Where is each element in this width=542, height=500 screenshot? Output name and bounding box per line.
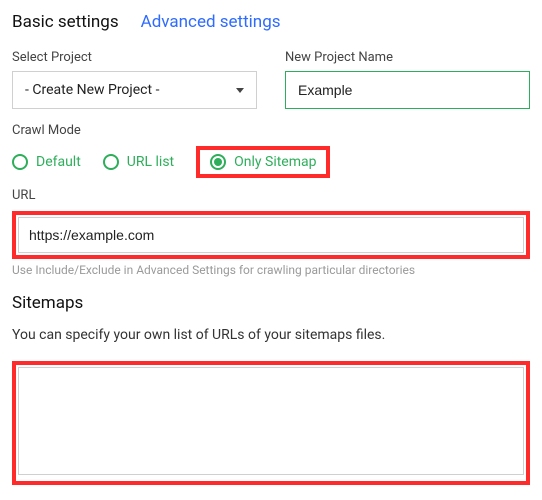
tab-advanced-settings[interactable]: Advanced settings [141,12,281,32]
sitemaps-textarea[interactable] [18,367,524,475]
radio-url-list-label: URL list [127,154,174,170]
new-project-name-input[interactable] [285,71,530,109]
radio-icon [210,154,226,170]
highlight-only-sitemap: Only Sitemap [196,146,330,178]
select-project-label: Select Project [12,50,257,65]
radio-only-sitemap-label: Only Sitemap [234,154,316,170]
crawl-mode-label: Crawl Mode [12,123,530,138]
chevron-down-icon [236,88,244,93]
tab-basic-settings[interactable]: Basic settings [12,12,119,32]
highlight-sitemaps-textarea [12,361,530,485]
radio-icon [103,154,119,170]
new-project-name-label: New Project Name [285,50,530,65]
url-hint: Use Include/Exclude in Advanced Settings… [12,263,530,277]
select-project-value: - Create New Project - [25,82,159,98]
radio-url-list[interactable]: URL list [103,154,174,170]
select-project-dropdown[interactable]: - Create New Project - [12,71,257,109]
radio-default-label: Default [36,154,81,170]
radio-icon [12,154,28,170]
sitemaps-heading: Sitemaps [12,293,530,313]
url-label: URL [12,188,530,203]
sitemaps-description: You can specify your own list of URLs of… [12,327,530,343]
radio-only-sitemap[interactable]: Only Sitemap [210,154,316,170]
radio-default[interactable]: Default [12,154,81,170]
highlight-url-input [12,211,530,259]
url-input[interactable] [18,217,524,253]
